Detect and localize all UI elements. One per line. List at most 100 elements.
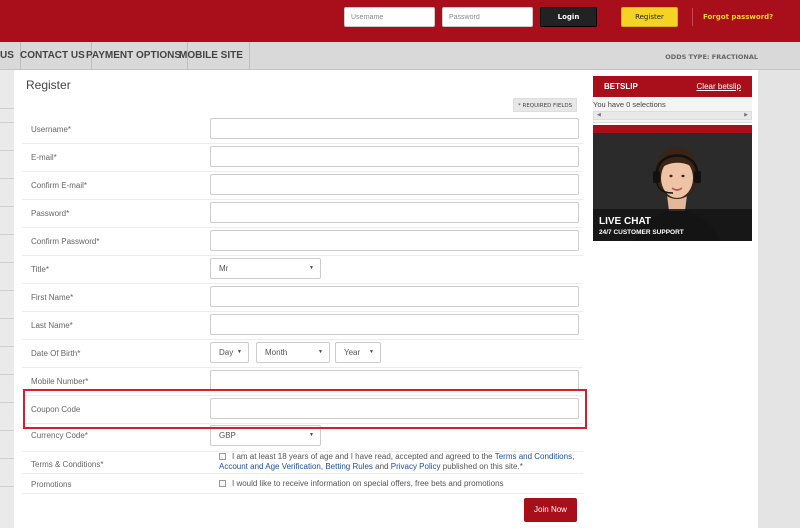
nav-bar: US CONTACT US PAYMENT OPTIONS MOBILE SIT… — [0, 42, 800, 70]
login-button[interactable]: Login — [540, 7, 597, 27]
strip-divider — [0, 486, 14, 487]
required-fields-note: * REQUIRED FIELDS — [513, 98, 578, 112]
chevron-right-icon[interactable]: ▶ — [744, 112, 748, 119]
forgot-password-link[interactable]: Forgot password? — [703, 13, 773, 21]
betting-rules-link[interactable]: Betting Rules — [325, 462, 373, 471]
email-label: E-mail* — [31, 153, 57, 162]
mobile-field[interactable] — [210, 370, 579, 391]
chevron-down-icon: ▼ — [237, 349, 242, 355]
register-button[interactable]: Register — [621, 7, 678, 27]
last-name-label: Last Name* — [31, 321, 73, 330]
strip-divider — [0, 458, 14, 459]
strip-divider — [0, 346, 14, 347]
betslip-footer-bar — [593, 125, 752, 133]
strip-divider — [0, 374, 14, 375]
terms-suffix: published on this site.* — [442, 462, 523, 471]
odds-type-label[interactable]: ODDS TYPE: FRACTIONAL — [665, 53, 758, 61]
age-verification-link[interactable]: Account and Age Verification, — [219, 462, 323, 471]
username-label: Username* — [31, 125, 72, 134]
title-select-value: Mr — [219, 264, 229, 273]
dob-month-select[interactable]: Month ▼ — [256, 342, 330, 363]
strip-divider — [0, 150, 14, 151]
day-select-value: Day — [219, 348, 234, 357]
live-chat-subtitle: 24/7 CUSTOMER SUPPORT — [599, 229, 684, 236]
terms-link[interactable]: Terms and Conditions, — [495, 452, 575, 461]
promotions-label: Promotions — [31, 480, 72, 489]
strip-divider — [0, 290, 14, 291]
selections-count: You have 0 selections — [593, 100, 666, 109]
email-field[interactable] — [210, 146, 579, 167]
form-row-first-name: First Name* — [22, 284, 583, 312]
strip-divider — [0, 318, 14, 319]
confirm-password-field[interactable] — [210, 230, 579, 251]
form-row-confirm-password: Confirm Password* — [22, 228, 583, 256]
confirm-password-label: Confirm Password* — [31, 237, 100, 246]
terms-and: and — [375, 462, 389, 471]
form-row-username: Username* — [22, 116, 583, 144]
first-name-field[interactable] — [210, 286, 579, 307]
form-row-title: Title* Mr ▼ — [22, 256, 583, 284]
title-label: Title* — [31, 265, 49, 274]
terms-checkbox[interactable] — [219, 453, 226, 461]
register-panel: Register * REQUIRED FIELDS Username* E-m… — [14, 70, 591, 528]
join-now-button[interactable]: Join Now — [524, 498, 577, 522]
password-field[interactable] — [210, 202, 579, 223]
dob-day-select[interactable]: Day ▼ — [210, 342, 249, 363]
last-name-field[interactable] — [210, 314, 579, 335]
strip-divider — [0, 430, 14, 431]
top-bar: Login Register Forgot password? — [0, 0, 800, 42]
form-row-promotions: Promotions I would like to receive infor… — [22, 474, 583, 494]
chevron-down-icon: ▼ — [318, 349, 323, 355]
username-field[interactable] — [210, 118, 579, 139]
strip-divider — [0, 234, 14, 235]
terms-label: Terms & Conditions* — [31, 460, 104, 469]
form-row-email: E-mail* — [22, 144, 583, 172]
promotions-text: I would like to receive information on s… — [219, 479, 579, 489]
strip-divider — [0, 262, 14, 263]
nav-item-mobile-site[interactable]: MOBILE SITE — [173, 42, 250, 70]
nav-item-payment-options[interactable]: PAYMENT OPTIONS — [80, 42, 189, 70]
title-select[interactable]: Mr ▼ — [210, 258, 321, 279]
form-row-confirm-email: Confirm E-mail* — [22, 172, 583, 200]
betslip-title: BETSLIP — [604, 82, 638, 91]
currency-label: Currency Code* — [31, 431, 88, 440]
page-title: Register — [26, 78, 71, 92]
form-row-terms: Terms & Conditions* I am at least 18 yea… — [22, 452, 583, 474]
password-label: Password* — [31, 209, 70, 218]
strip-divider — [0, 108, 14, 109]
username-input[interactable] — [344, 7, 435, 27]
betslip-body: You have 0 selections ◀ ▶ — [593, 97, 752, 123]
live-chat-title: LIVE CHAT — [599, 216, 652, 227]
strip-divider — [0, 178, 14, 179]
form-row-last-name: Last Name* — [22, 312, 583, 340]
betslip-header: BETSLIP Clear betslip — [593, 76, 752, 97]
confirm-email-label: Confirm E-mail* — [31, 181, 88, 190]
strip-divider — [0, 402, 14, 403]
privacy-policy-link[interactable]: Privacy Policy — [391, 462, 441, 471]
dob-label: Date Of Birth* — [31, 349, 81, 358]
chevron-down-icon: ▼ — [369, 349, 374, 355]
terms-text: I am at least 18 years of age and I have… — [219, 452, 579, 472]
terms-prefix: I am at least 18 years of age and I have… — [232, 452, 493, 461]
promotions-text-label: I would like to receive information on s… — [232, 479, 504, 488]
form-row-password: Password* — [22, 200, 583, 228]
year-select-value: Year — [344, 348, 361, 357]
dob-year-select[interactable]: Year ▼ — [335, 342, 381, 363]
left-sidebar-strip — [0, 70, 14, 528]
clear-betslip-link[interactable]: Clear betslip — [697, 82, 741, 91]
divider — [692, 8, 693, 26]
form-row-dob: Date Of Birth* Day ▼ Month ▼ Year ▼ — [22, 340, 583, 368]
live-chat-banner[interactable]: LIVE CHAT 24/7 CUSTOMER SUPPORT — [593, 133, 752, 241]
strip-divider — [0, 206, 14, 207]
password-input[interactable] — [442, 7, 533, 27]
right-column: BETSLIP Clear betslip You have 0 selecti… — [591, 70, 758, 528]
promotions-checkbox[interactable] — [219, 480, 226, 488]
currency-select-value: GBP — [219, 431, 236, 440]
betslip-scrollbar[interactable]: ◀ ▶ — [593, 111, 752, 120]
strip-divider — [0, 122, 14, 123]
mobile-label: Mobile Number* — [31, 377, 89, 386]
chevron-left-icon[interactable]: ◀ — [597, 112, 601, 119]
first-name-label: First Name* — [31, 293, 74, 302]
confirm-email-field[interactable] — [210, 174, 579, 195]
month-select-value: Month — [265, 348, 288, 357]
